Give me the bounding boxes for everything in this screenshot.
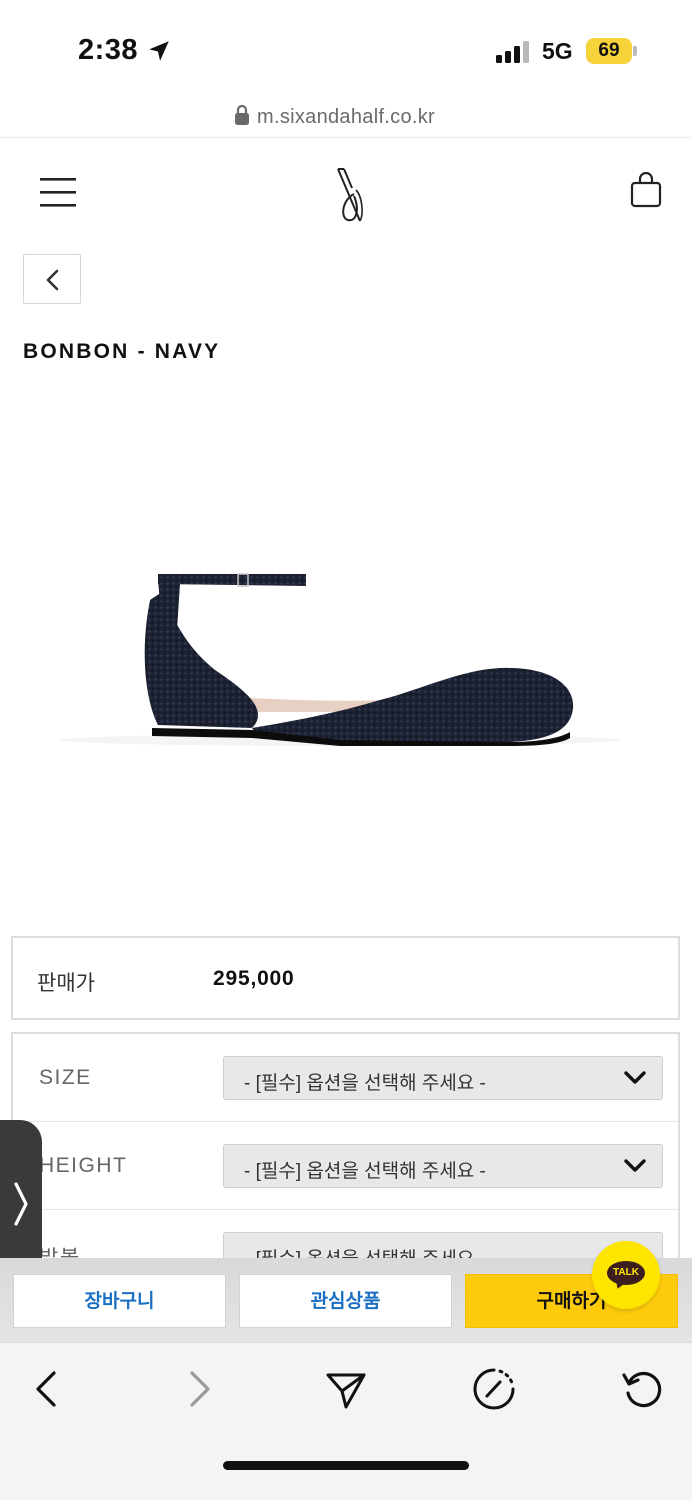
price-box: 판매가 295,000 — [11, 936, 680, 1020]
size-select[interactable]: - [필수] 옵션을 선택해 주세요 - — [223, 1056, 663, 1100]
url-text[interactable]: m.sixandahalf.co.kr — [257, 106, 435, 129]
back-button[interactable] — [23, 254, 81, 304]
chevron-down-icon — [624, 1071, 646, 1084]
address-bar[interactable]: m.sixandahalf.co.kr — [0, 96, 692, 138]
signal-icon — [496, 41, 529, 63]
battery-icon: 69 — [586, 38, 632, 64]
option-row-height: HEIGHT - [필수] 옵션을 선택해 주세요 - — [13, 1122, 678, 1210]
battery-nub — [633, 46, 637, 56]
speed-dial-icon[interactable] — [472, 1367, 516, 1411]
option-label: HEIGHT — [39, 1154, 128, 1177]
talk-label: TALK — [613, 1267, 639, 1278]
select-placeholder: - [필수] 옵션을 선택해 주세요 - — [244, 1073, 486, 1094]
browser-back-icon[interactable] — [26, 1367, 70, 1411]
reload-icon[interactable] — [620, 1367, 664, 1411]
wishlist-button[interactable]: 관심상품 — [239, 1274, 452, 1328]
options-box: SIZE - [필수] 옵션을 선택해 주세요 - HEIGHT - [필수] … — [11, 1032, 680, 1272]
product-title: BONBON - NAVY — [23, 340, 221, 363]
add-to-cart-button[interactable]: 장바구니 — [13, 1274, 226, 1328]
share-icon[interactable] — [324, 1367, 368, 1411]
option-row-size: SIZE - [필수] 옵션을 선택해 주세요 - — [13, 1034, 678, 1122]
back-arrow-icon — [46, 269, 59, 291]
lock-icon — [235, 104, 249, 125]
clock: 2:38 — [78, 34, 139, 66]
chevron-down-icon — [624, 1159, 646, 1172]
location-arrow-icon — [149, 41, 169, 61]
action-bar: 장바구니 관심상품 구매하기 — [0, 1258, 692, 1342]
price-label: 판매가 — [37, 972, 95, 995]
browser-forward-icon[interactable] — [176, 1367, 220, 1411]
battery-level: 69 — [598, 40, 620, 61]
option-label: SIZE — [39, 1066, 92, 1089]
kakao-talk-button[interactable]: TALK — [592, 1241, 660, 1309]
browser-toolbar — [0, 1342, 692, 1500]
status-bar: 2:38 5G 69 — [0, 0, 692, 96]
chevron-right-icon — [14, 1182, 28, 1226]
home-indicator[interactable] — [223, 1461, 469, 1470]
price-value: 295,000 — [213, 967, 295, 990]
select-placeholder: - [필수] 옵션을 선택해 주세요 - — [244, 1161, 486, 1182]
shopping-bag-icon[interactable] — [630, 172, 662, 208]
product-image — [60, 573, 620, 746]
logo-icon[interactable] — [332, 166, 368, 224]
height-select[interactable]: - [필수] 옵션을 선택해 주세요 - — [223, 1144, 663, 1188]
network-type: 5G — [542, 38, 573, 64]
menu-icon[interactable] — [40, 176, 76, 208]
